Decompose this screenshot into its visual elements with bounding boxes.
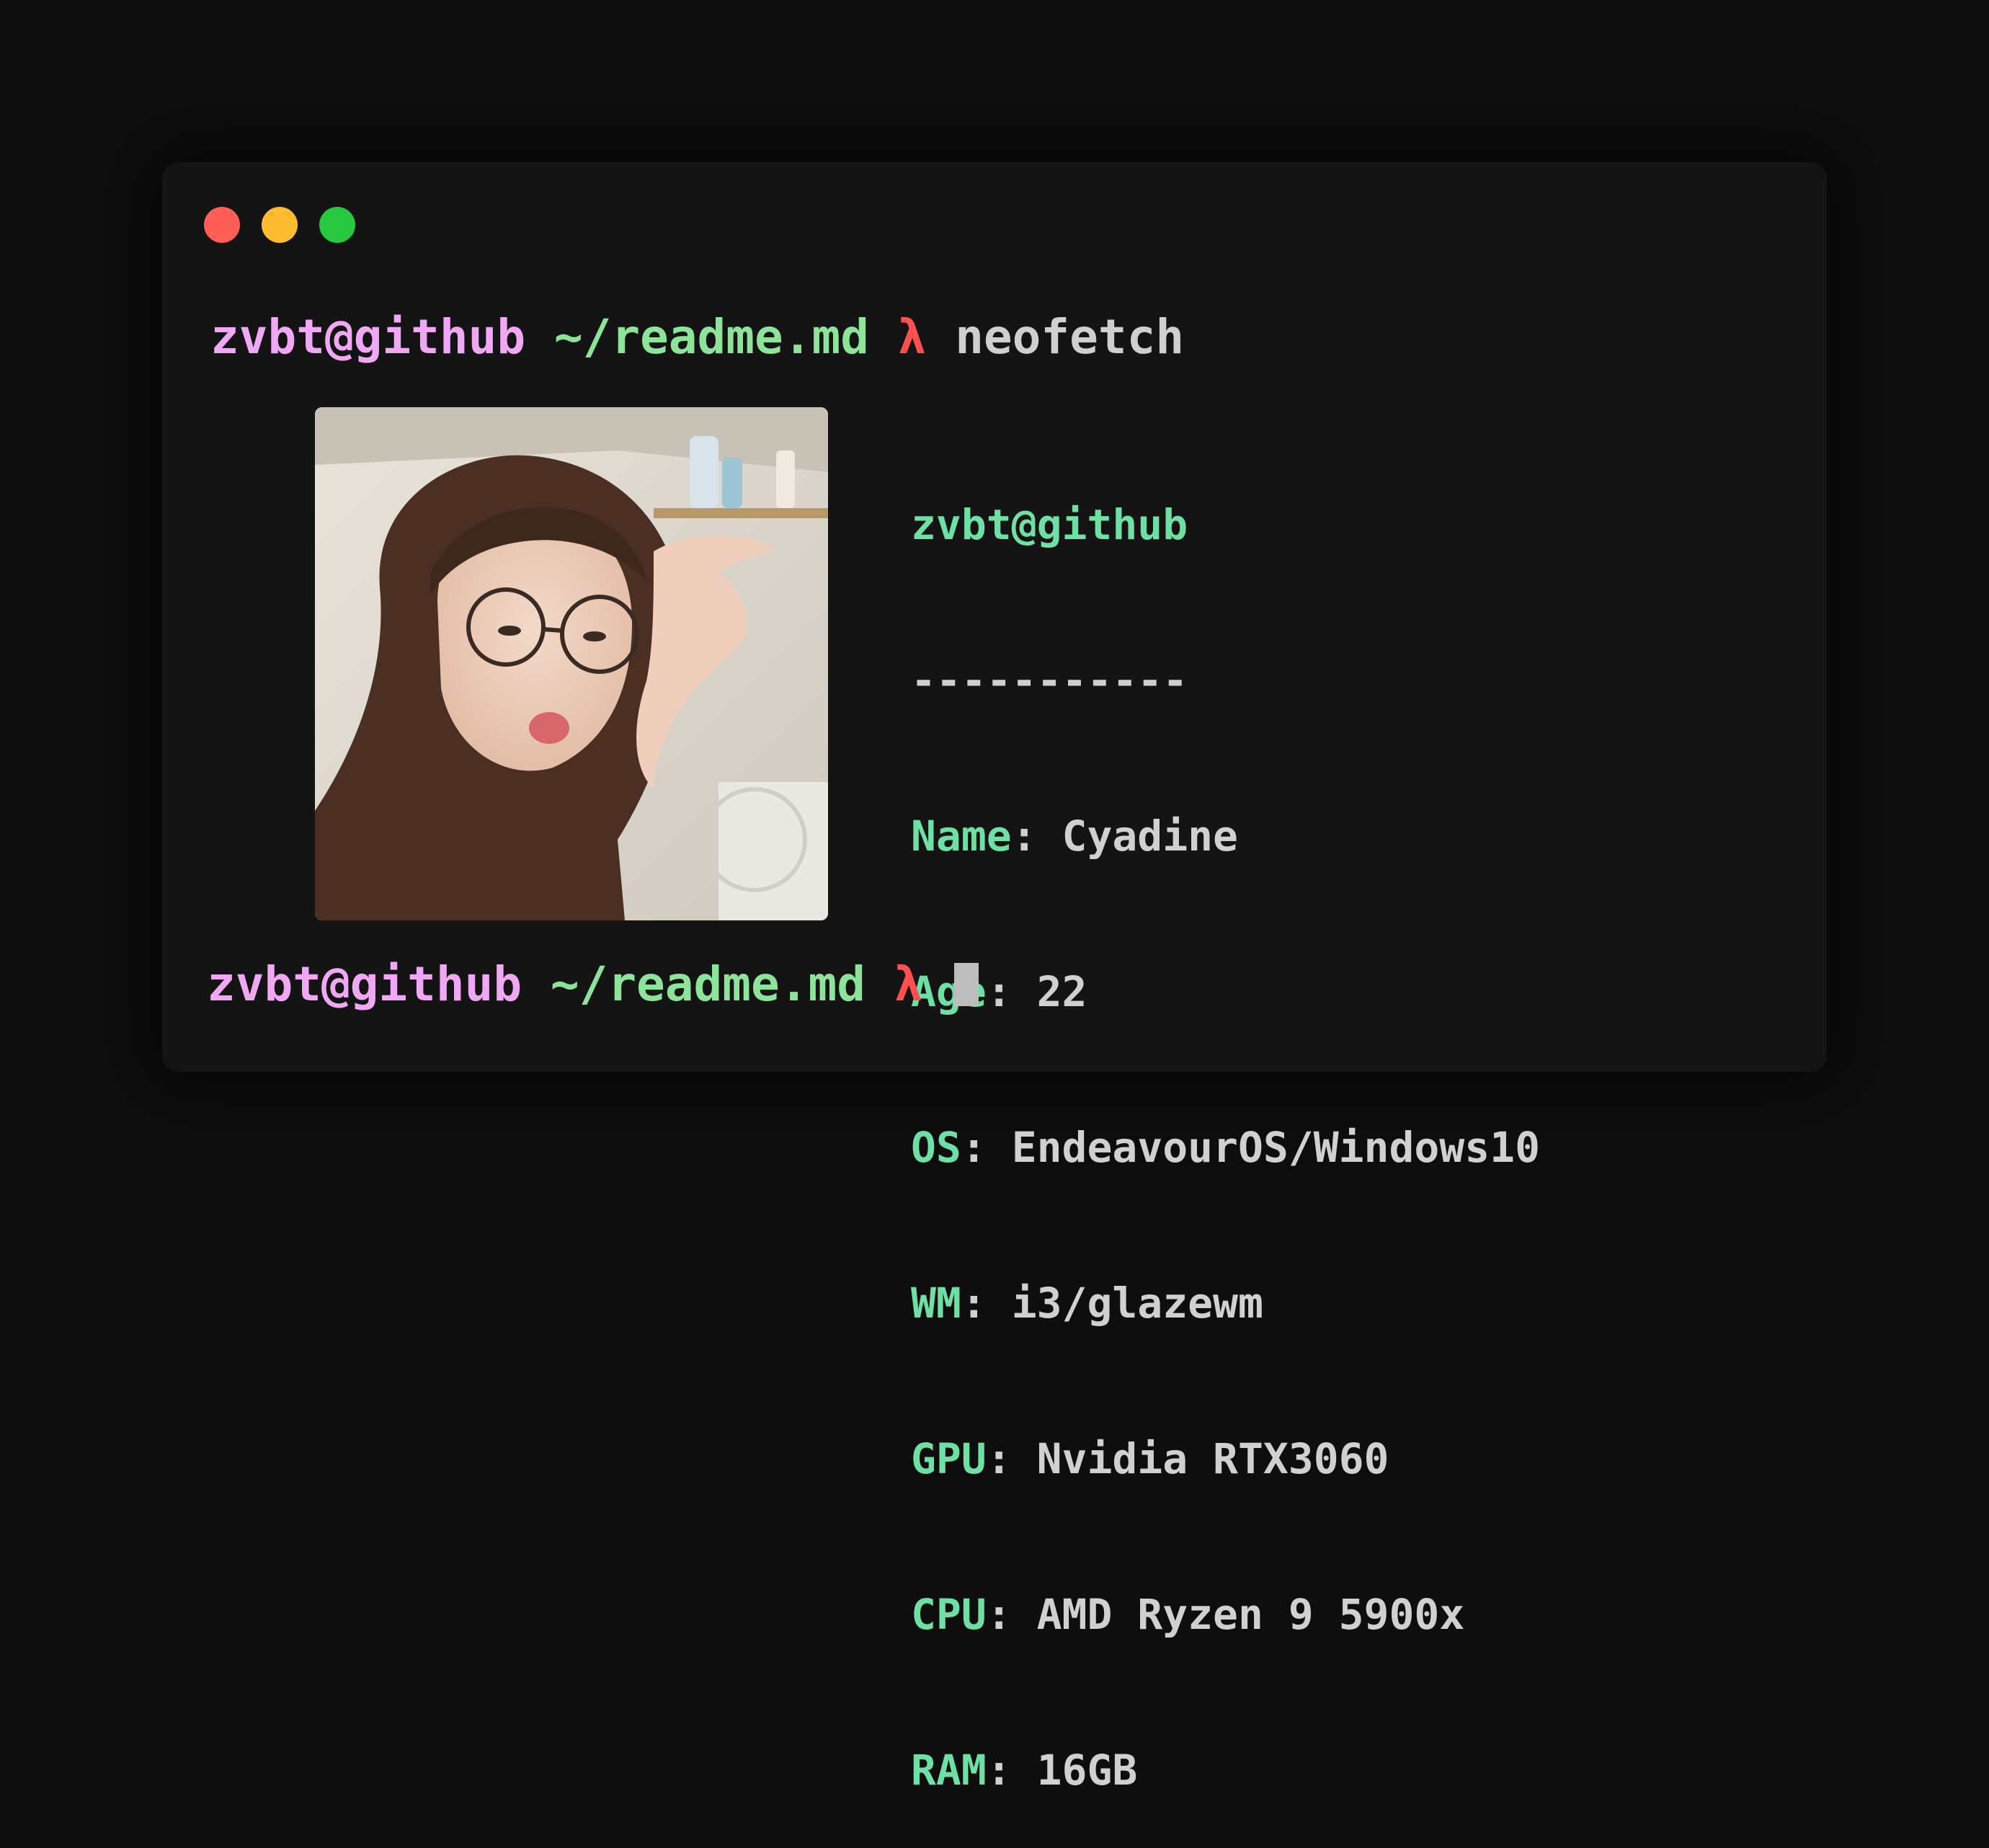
info-title: zvbt@github bbox=[911, 500, 1188, 549]
info-key: RAM bbox=[911, 1746, 987, 1795]
neofetch-info: zvbt@github ----------- Name: Cyadine Ag… bbox=[911, 395, 1540, 1848]
info-value: 16GB bbox=[1036, 1746, 1138, 1795]
prompt-user: zvbt@github bbox=[207, 956, 522, 1012]
info-key: WM bbox=[911, 1279, 961, 1328]
info-key: GPU bbox=[911, 1434, 987, 1483]
lambda-icon: λ bbox=[897, 309, 927, 365]
info-row-age: Age: 22 bbox=[911, 966, 1540, 1018]
info-separator: ----------- bbox=[911, 656, 1188, 705]
info-row-os: OS: EndeavourOS/Windows10 bbox=[911, 1121, 1540, 1173]
info-row-name: Name: Cyadine bbox=[911, 810, 1540, 862]
prompt-line-input[interactable]: zvbt@github ~/readme.md λ bbox=[207, 956, 979, 1013]
maximize-button[interactable] bbox=[319, 207, 355, 243]
prompt-path: ~/readme.md bbox=[553, 309, 869, 365]
info-colon: : bbox=[986, 967, 1037, 1016]
info-colon: : bbox=[986, 1434, 1037, 1483]
info-row-gpu: GPU: Nvidia RTX3060 bbox=[911, 1433, 1540, 1485]
info-colon: : bbox=[961, 1123, 1012, 1172]
close-button[interactable] bbox=[204, 207, 240, 243]
profile-photo-illustration bbox=[315, 407, 828, 920]
info-key: Name bbox=[911, 812, 1012, 861]
info-key: CPU bbox=[911, 1590, 987, 1639]
info-colon: : bbox=[961, 1279, 1012, 1328]
info-value: Cyadine bbox=[1062, 812, 1238, 861]
info-colon: : bbox=[1011, 812, 1062, 861]
profile-photo bbox=[315, 407, 828, 920]
prompt-path: ~/readme.md bbox=[550, 956, 866, 1012]
minimize-button[interactable] bbox=[262, 207, 298, 243]
info-value: i3/glazewm bbox=[1011, 1279, 1263, 1328]
prompt-line-command: zvbt@github ~/readme.md λ neofetch bbox=[210, 308, 1184, 366]
info-row-cpu: CPU: AMD Ryzen 9 5900x bbox=[911, 1589, 1540, 1640]
info-colon: : bbox=[986, 1590, 1037, 1639]
command-text: neofetch bbox=[955, 309, 1185, 365]
info-value: Nvidia RTX3060 bbox=[1036, 1434, 1389, 1483]
info-value: EndeavourOS/Windows10 bbox=[1011, 1123, 1540, 1172]
info-value: AMD Ryzen 9 5900x bbox=[1036, 1590, 1465, 1639]
info-row-ram: RAM: 16GB bbox=[911, 1744, 1540, 1796]
info-value: 22 bbox=[1036, 967, 1087, 1016]
text-cursor[interactable] bbox=[954, 963, 979, 1006]
info-key: OS bbox=[911, 1123, 961, 1172]
prompt-user: zvbt@github bbox=[210, 309, 526, 365]
info-colon: : bbox=[986, 1746, 1037, 1795]
info-row-wm: WM: i3/glazewm bbox=[911, 1277, 1540, 1329]
lambda-icon: λ bbox=[894, 956, 923, 1012]
